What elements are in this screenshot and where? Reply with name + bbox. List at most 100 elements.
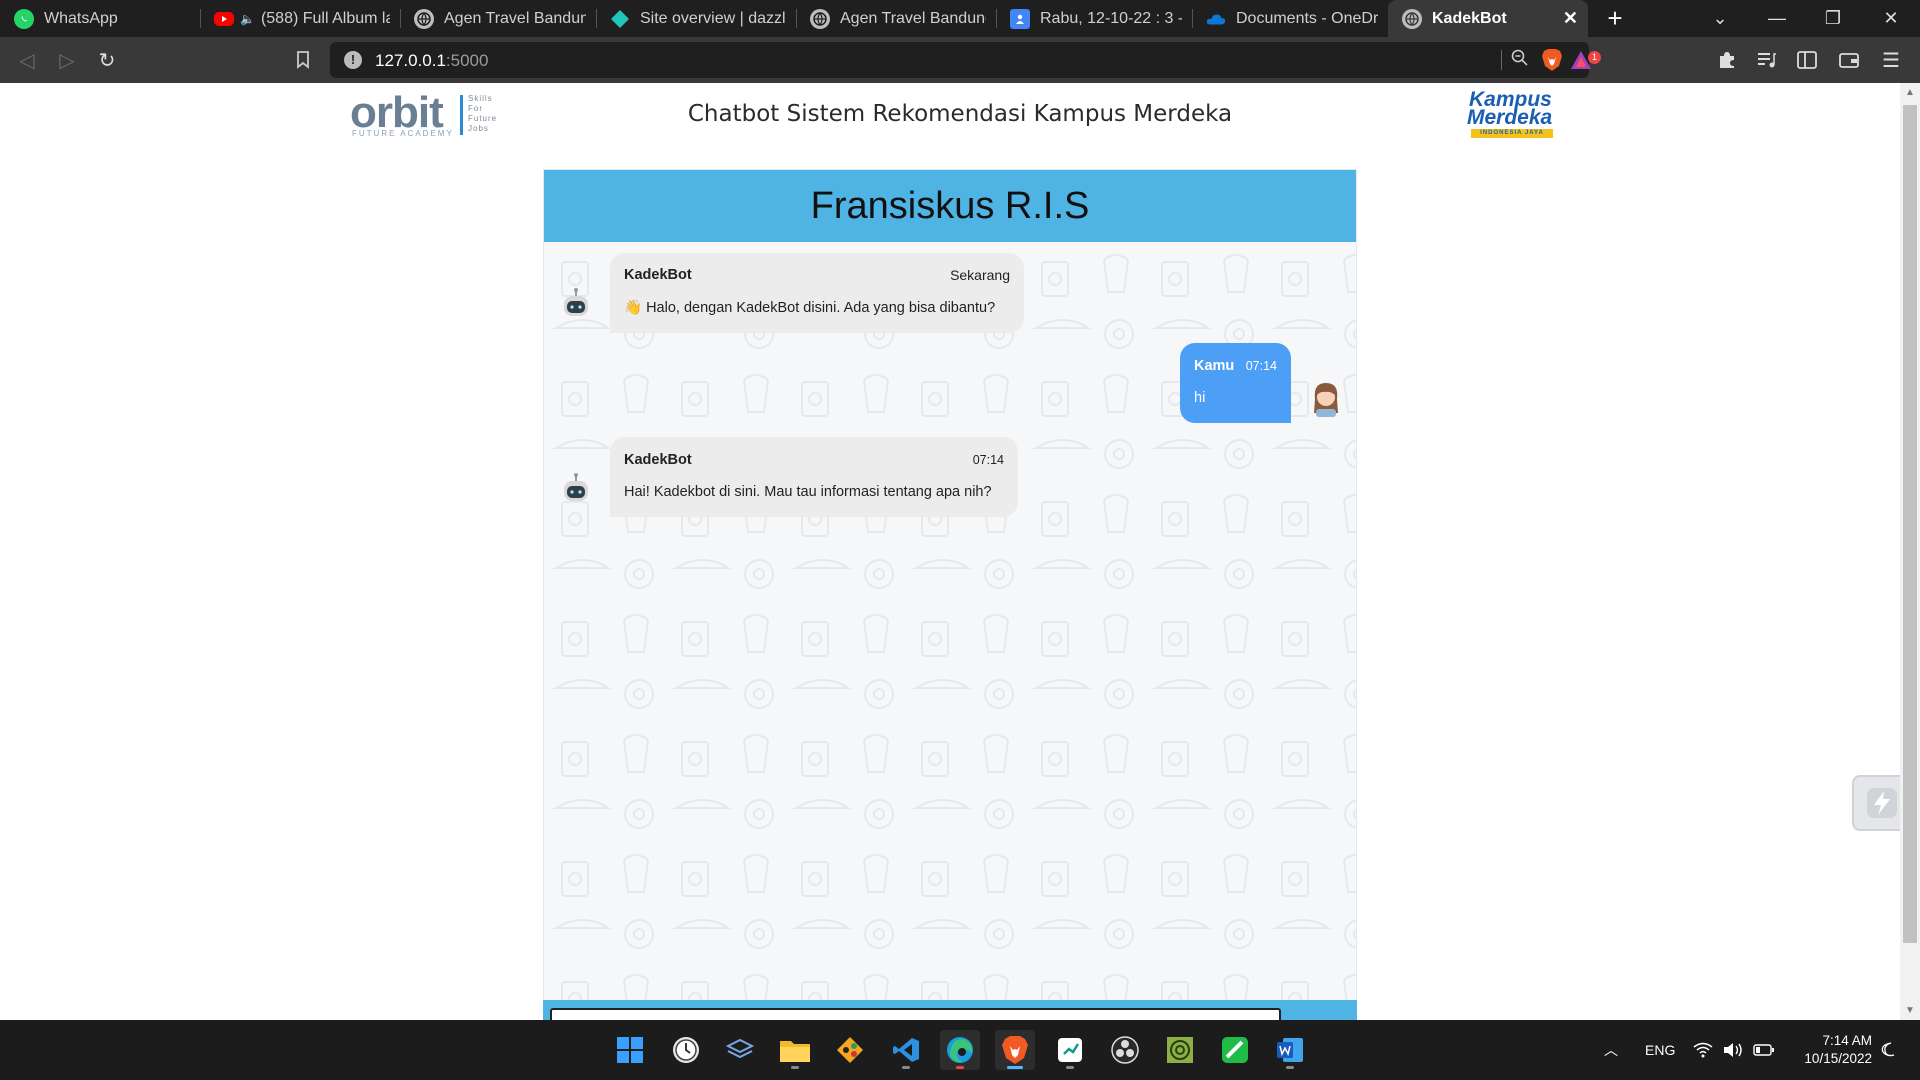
tab-title: KadekBot bbox=[1432, 9, 1507, 27]
maze-app-icon[interactable] bbox=[1160, 1030, 1200, 1070]
page-scrollbar[interactable]: ▲ ▼ bbox=[1900, 83, 1920, 1020]
tab-search-chevron-icon[interactable]: ⌄ bbox=[1700, 0, 1740, 37]
kampus-merdeka-logo: Kampus Merdeka INDONESIA JAYA bbox=[1465, 89, 1565, 139]
tab-classroom[interactable]: Rabu, 12-10-22 : 3 - N bbox=[996, 0, 1192, 37]
notification-badge: 1 bbox=[1588, 51, 1601, 64]
classroom-icon bbox=[1010, 8, 1030, 29]
stack-app-icon[interactable] bbox=[720, 1030, 760, 1070]
wallet-icon[interactable] bbox=[1834, 45, 1864, 75]
back-icon[interactable]: ◁ bbox=[12, 45, 42, 75]
tab-whatsapp[interactable]: WhatsApp bbox=[0, 0, 200, 37]
volume-icon[interactable] bbox=[1723, 1020, 1745, 1080]
start-button[interactable] bbox=[610, 1030, 650, 1070]
obs-icon[interactable] bbox=[1105, 1030, 1145, 1070]
orbit-logo-sub: FUTURE ACADEMY bbox=[352, 129, 454, 138]
bot-avatar bbox=[558, 471, 594, 507]
tab-title: WhatsApp bbox=[44, 9, 118, 27]
chat-input[interactable] bbox=[550, 1008, 1281, 1020]
sidebar-icon[interactable] bbox=[1792, 45, 1822, 75]
close-window-button[interactable]: ✕ bbox=[1866, 0, 1916, 37]
message-time: 07:14 bbox=[1245, 359, 1277, 373]
message-time: 07:14 bbox=[972, 453, 1004, 467]
site-info-icon[interactable]: ! bbox=[344, 51, 362, 69]
speaker-icon[interactable]: 🔈 bbox=[240, 12, 255, 26]
chat-header: Fransiskus R.I.S bbox=[544, 170, 1356, 242]
playlist-icon[interactable] bbox=[1752, 45, 1782, 75]
url-text: 127.0.0.1:5000 bbox=[375, 51, 489, 70]
wifi-icon[interactable] bbox=[1693, 1020, 1713, 1080]
tab-title: Agen Travel Bandung bbox=[840, 9, 986, 27]
terminal-app-icon[interactable] bbox=[1050, 1030, 1090, 1070]
scroll-down-arrow-icon[interactable]: ▼ bbox=[1900, 1005, 1920, 1016]
message-text: 👋 Halo, dengan KadekBot disini. Ada yang… bbox=[624, 300, 996, 316]
tab-agen-travel-1[interactable]: Agen Travel Bandung bbox=[400, 0, 596, 37]
spreadsheet-app-icon[interactable] bbox=[1215, 1030, 1255, 1070]
user-message-bubble: Kamu 07:14 hi bbox=[1180, 343, 1291, 423]
bot-message-bubble: KadekBot 07:14 Hai! Kadekbot di sini. Ma… bbox=[610, 437, 1018, 517]
netlify-icon bbox=[610, 9, 630, 29]
onedrive-icon bbox=[1206, 9, 1226, 29]
user-avatar bbox=[1308, 379, 1344, 417]
running-indicator bbox=[956, 1066, 964, 1069]
chat-input-bar bbox=[543, 1000, 1357, 1020]
edge-icon[interactable] bbox=[940, 1030, 980, 1070]
clock-time: 7:14 AM bbox=[1822, 1033, 1872, 1048]
running-indicator bbox=[1066, 1066, 1074, 1069]
menu-icon[interactable]: ☰ bbox=[1876, 45, 1906, 75]
youtube-icon bbox=[214, 11, 234, 26]
forward-icon[interactable]: ▷ bbox=[52, 45, 82, 75]
km-logo-line2: Merdeka bbox=[1467, 106, 1553, 129]
tab-site-overview[interactable]: Site overview | dazzling bbox=[596, 0, 796, 37]
browser-toolbar: ◁ ▷ ↻ ! 127.0.0.1:5000 1 ☰ bbox=[0, 37, 1920, 83]
bot-message-bubble: KadekBot Sekarang 👋 Halo, dengan KadekBo… bbox=[610, 253, 1024, 333]
tray-overflow-chevron-icon[interactable]: ︿ bbox=[1604, 1020, 1618, 1080]
bookmark-icon[interactable] bbox=[288, 45, 318, 75]
address-bar[interactable]: ! 127.0.0.1:5000 1 bbox=[330, 42, 1601, 78]
globe-icon bbox=[1402, 8, 1422, 29]
scrollbar-thumb[interactable] bbox=[1903, 105, 1917, 943]
message-text: hi bbox=[1194, 390, 1206, 406]
tab-onedrive[interactable]: Documents - OneDrive bbox=[1192, 0, 1388, 37]
tab-title: Rabu, 12-10-22 : 3 - N bbox=[1040, 9, 1182, 27]
language-indicator[interactable]: ENG bbox=[1645, 1020, 1675, 1080]
message-time: Sekarang bbox=[950, 267, 1010, 283]
page-title: Chatbot Sistem Rekomendasi Kampus Merdek… bbox=[687, 101, 1233, 127]
whatsapp-icon bbox=[14, 8, 34, 29]
minimize-button[interactable]: — bbox=[1754, 0, 1800, 37]
reload-icon[interactable]: ↻ bbox=[92, 45, 122, 75]
message-sender: KadekBot bbox=[624, 267, 692, 283]
lightning-icon bbox=[1867, 788, 1897, 818]
focus-moon-icon[interactable] bbox=[1880, 1020, 1896, 1080]
message-sender: Kamu bbox=[1194, 358, 1235, 374]
zoom-icon[interactable] bbox=[1511, 49, 1529, 72]
running-indicator bbox=[1007, 1066, 1023, 1069]
close-tab-icon[interactable]: ✕ bbox=[1553, 8, 1578, 29]
running-indicator bbox=[791, 1066, 799, 1069]
scroll-up-arrow-icon[interactable]: ▲ bbox=[1900, 87, 1920, 98]
tab-youtube[interactable]: 🔈 (588) Full Album la bbox=[200, 0, 400, 37]
divider bbox=[1501, 50, 1502, 70]
file-explorer-icon[interactable] bbox=[775, 1030, 815, 1070]
brave-browser-icon[interactable] bbox=[995, 1030, 1035, 1070]
tab-strip: WhatsApp 🔈 (588) Full Album la Agen Trav… bbox=[0, 0, 1920, 37]
windows-taskbar: ︿ ENG 7:14 AM 10/15/2022 bbox=[0, 1020, 1920, 1080]
extensions-icon[interactable] bbox=[1712, 45, 1742, 75]
battery-icon[interactable] bbox=[1753, 1020, 1775, 1080]
clock-app-icon[interactable] bbox=[666, 1030, 706, 1070]
chat-body[interactable]: KadekBot Sekarang 👋 Halo, dengan KadekBo… bbox=[544, 242, 1356, 1020]
vscode-icon[interactable] bbox=[886, 1030, 926, 1070]
chat-window: Fransiskus R.I.S KadekBot Sekarang 👋 Hal… bbox=[543, 169, 1357, 1020]
brave-rewards-icon[interactable]: 1 bbox=[1569, 48, 1601, 72]
tab-kadekbot[interactable]: KadekBot ✕ bbox=[1388, 0, 1588, 37]
system-clock[interactable]: 7:14 AM 10/15/2022 bbox=[1792, 1032, 1872, 1068]
clock-date: 10/15/2022 bbox=[1804, 1051, 1872, 1066]
word-icon[interactable] bbox=[1270, 1030, 1310, 1070]
message-sender: KadekBot bbox=[624, 452, 692, 468]
git-app-icon[interactable] bbox=[830, 1030, 870, 1070]
tab-agen-travel-2[interactable]: Agen Travel Bandung bbox=[796, 0, 996, 37]
running-indicator bbox=[902, 1066, 910, 1069]
new-tab-button[interactable]: + bbox=[1588, 0, 1642, 37]
brave-shields-icon[interactable] bbox=[1541, 48, 1563, 72]
restore-button[interactable]: ❐ bbox=[1810, 0, 1856, 37]
running-indicator bbox=[1286, 1066, 1294, 1069]
